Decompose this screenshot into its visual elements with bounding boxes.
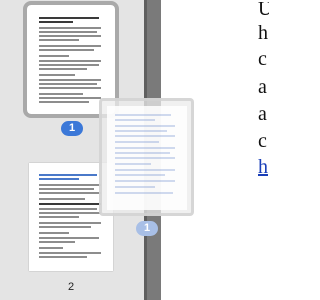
- ghost-text-line: [115, 147, 175, 149]
- document-text-line: U: [258, 0, 269, 20]
- thumbnail-text-line: [39, 93, 83, 95]
- ghost-text-line: [115, 130, 167, 132]
- ghost-text-line: [115, 157, 175, 159]
- thumbnail-text-line: [39, 60, 101, 62]
- thumbnail-heading-line: [39, 174, 97, 176]
- thumbnail-text-line: [39, 39, 79, 41]
- document-text-line: c: [258, 130, 267, 152]
- thumbnail-text-line: [39, 31, 97, 33]
- ghost-text-line: [115, 180, 175, 182]
- thumbnail-text-line: [39, 87, 101, 89]
- thumbnail-text-line: [39, 97, 101, 99]
- ghost-text-line: [115, 169, 175, 171]
- ghost-text-line: [115, 192, 173, 194]
- thumbnail-text-line: [39, 256, 87, 258]
- thumbnail-bold-line: [39, 203, 101, 205]
- page-badge-1: 1: [61, 121, 83, 136]
- document-text-line: a: [258, 76, 267, 98]
- ghost-text-line: [115, 163, 151, 165]
- thumbnail-text-line: [39, 208, 97, 210]
- drag-ghost-thumbnail[interactable]: [99, 98, 194, 216]
- ghost-text-line: [115, 186, 155, 188]
- document-text-line: a: [258, 103, 267, 125]
- thumbnail-text-line: [39, 198, 85, 200]
- thumbnail-text-line: [39, 68, 87, 70]
- thumbnail-text-line: [39, 222, 101, 224]
- ghost-text-line: [115, 125, 175, 127]
- thumbnail-text-line: [39, 74, 75, 76]
- thumbnail-text-line: [39, 83, 97, 85]
- drag-ghost-page: [107, 106, 187, 210]
- ghost-text-line: [115, 135, 175, 137]
- drag-ghost-page-badge: 1: [136, 221, 158, 236]
- document-text-line: c: [258, 48, 267, 70]
- thumbnail-text-line: [39, 64, 99, 66]
- document-link[interactable]: h: [258, 154, 268, 180]
- thumbnail-text-line: [39, 252, 101, 254]
- thumbnail-text-line: [39, 45, 101, 47]
- document-text-line: h: [258, 22, 268, 44]
- thumbnail-text-line: [39, 101, 89, 103]
- page-number-label-2: 2: [67, 281, 75, 293]
- thumbnail-title-line: [39, 21, 73, 23]
- thumbnail-text-line: [39, 55, 69, 57]
- thumbnail-text-line: [39, 212, 101, 214]
- thumbnail-text-line: [39, 49, 94, 51]
- ghost-text-line: [115, 114, 171, 116]
- thumbnail-text-line: [39, 35, 101, 37]
- thumbnail-text-line: [39, 216, 79, 218]
- thumbnail-text-line: [39, 247, 63, 249]
- ghost-text-line: [115, 119, 155, 121]
- thumbnail-text-line: [39, 79, 101, 81]
- thumbnail-title-line: [39, 17, 99, 19]
- thumbnail-text-line: [39, 188, 94, 190]
- thumbnail-text-line: [39, 192, 101, 194]
- thumbnail-text-line: [39, 232, 69, 234]
- thumbnail-text-line: [39, 184, 101, 186]
- ghost-text-line: [115, 141, 159, 143]
- thumbnail-text-line: [39, 226, 91, 228]
- ghost-text-line: [115, 174, 165, 176]
- ghost-text-line: [115, 152, 170, 154]
- thumbnail-heading-line: [39, 178, 79, 180]
- thumbnail-text-line: [39, 27, 101, 29]
- thumbnail-text-line: [39, 241, 75, 243]
- thumbnail-text-line: [39, 237, 99, 239]
- pdf-viewer: 1 2 U h c a a c h 1: [0, 0, 269, 300]
